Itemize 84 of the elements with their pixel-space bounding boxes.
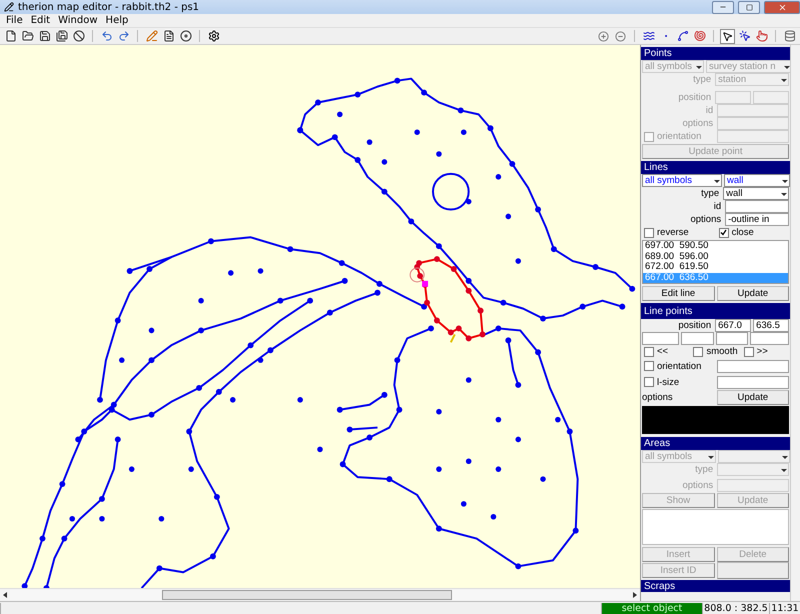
checkbox[interactable]: [744, 346, 754, 356]
close-button[interactable]: [764, 0, 800, 14]
spline-icon[interactable]: [675, 28, 690, 44]
zoom-in-icon[interactable]: [596, 28, 611, 44]
checkbox-label: smooth: [706, 346, 739, 357]
menu-item[interactable]: Edit: [26, 15, 54, 26]
checkbox[interactable]: [718, 228, 729, 238]
menu-item[interactable]: File: [2, 15, 27, 26]
input-field[interactable]: 636.5: [753, 319, 790, 332]
field-label: type: [700, 188, 720, 199]
field-label: type: [692, 74, 712, 85]
line-pointer-icon[interactable]: [737, 28, 752, 44]
field-label: id: [704, 105, 714, 116]
status-coordinates: 808.0 : 382.5: [702, 602, 769, 614]
field-label: options: [689, 214, 722, 225]
field-label: position: [677, 320, 712, 331]
section-header: Line points: [641, 303, 790, 319]
input-field[interactable]: [716, 332, 748, 345]
input-field[interactable]: [753, 91, 790, 104]
checkbox-label: orientation: [657, 360, 702, 372]
input-field[interactable]: [642, 332, 679, 345]
menu-item[interactable]: Help: [102, 15, 132, 26]
maximize-button[interactable]: [738, 0, 760, 14]
input-field[interactable]: 667.0: [715, 319, 752, 332]
settings-icon[interactable]: [206, 28, 221, 44]
edit-line-button[interactable]: Edit line: [642, 286, 715, 300]
input-field[interactable]: [717, 104, 790, 117]
horizontal-scrollbar[interactable]: [0, 588, 640, 601]
checkbox-label: orientation: [657, 131, 702, 142]
checkbox-label: reverse: [657, 227, 690, 238]
open-folder-icon[interactable]: [20, 28, 35, 44]
field-label: options: [642, 392, 674, 403]
database-icon[interactable]: [782, 28, 797, 44]
field-label: position: [677, 92, 712, 103]
status-mode: select object: [601, 602, 702, 614]
field-label: options: [681, 118, 714, 129]
save-icon[interactable]: [37, 28, 52, 44]
close-icon: [778, 2, 786, 12]
checkbox[interactable]: [644, 346, 654, 356]
input-field[interactable]: [715, 91, 752, 104]
input-field[interactable]: [750, 332, 790, 345]
input-field[interactable]: [717, 360, 790, 372]
field-label: options: [681, 480, 714, 491]
section-header: Scraps: [641, 580, 790, 592]
checkbox-label: <<: [657, 346, 670, 357]
field-label: id: [712, 201, 722, 212]
status-time: 11:31: [769, 602, 800, 614]
disc-icon[interactable]: [178, 28, 193, 44]
minimize-button[interactable]: [712, 0, 734, 14]
checkbox-label: l-size: [657, 376, 680, 388]
dropdown[interactable]: wall: [723, 187, 790, 200]
section-header: Areas: [641, 437, 790, 450]
list-item[interactable]: 689.00 596.00: [643, 252, 788, 262]
checkbox[interactable]: [693, 346, 704, 356]
input-field[interactable]: [717, 376, 790, 388]
menu-item[interactable]: Window: [54, 15, 102, 26]
scrollbar-thumb[interactable]: [162, 590, 452, 600]
section-header: Points: [641, 47, 790, 60]
checkbox[interactable]: [644, 377, 654, 387]
input-field[interactable]: [680, 332, 714, 345]
dropdown[interactable]: all symbols: [642, 174, 722, 187]
zoom-out-icon[interactable]: [613, 28, 628, 44]
checkbox[interactable]: [644, 361, 654, 371]
check-icon: [720, 229, 728, 236]
checkbox-label: close: [732, 227, 755, 238]
dropdown[interactable]: wall: [724, 174, 790, 187]
field-label: type: [694, 464, 714, 475]
list-item[interactable]: 697.00 590.50: [643, 241, 788, 252]
pointer-icon[interactable]: [720, 28, 735, 44]
input-field[interactable]: [717, 117, 790, 130]
window-title: therion map editor - rabbit.th2 - ps1: [18, 2, 200, 12]
update-button[interactable]: Update: [716, 286, 790, 300]
input-field[interactable]: [717, 479, 790, 492]
input-field[interactable]: [725, 200, 790, 213]
checkbox-label: >>: [756, 346, 769, 357]
checkbox[interactable]: [644, 228, 654, 238]
section-header: Lines: [641, 161, 790, 174]
list-item[interactable]: 672.00 619.50: [643, 262, 788, 272]
update-button[interactable]: Update: [716, 390, 790, 405]
stop-icon[interactable]: [71, 28, 86, 44]
maximize-icon: [746, 4, 752, 10]
input-field[interactable]: -outline in: [725, 213, 790, 226]
input-field[interactable]: [717, 130, 790, 143]
save-all-icon[interactable]: [54, 28, 69, 44]
